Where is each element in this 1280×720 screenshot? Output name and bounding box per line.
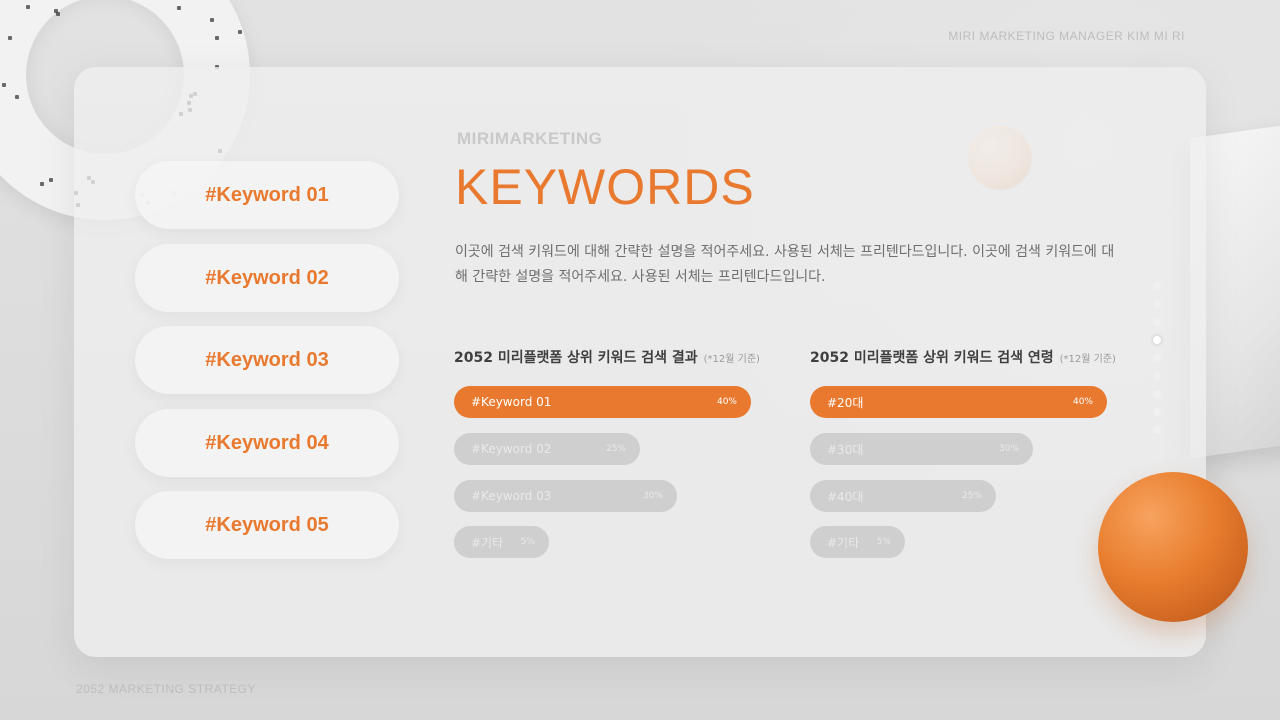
speckle [26,4,31,9]
speckle [177,5,182,10]
keyword-pill-04[interactable]: #Keyword 04 [135,409,399,477]
bar-value: 25% [961,491,982,501]
speckle [215,36,220,41]
bar-value: 40% [716,397,737,407]
speckle [210,17,215,22]
brand-label: MIRIMARKETING [457,129,603,148]
bar-value: 25% [605,444,626,454]
bar-age-3: #40대 25% [810,480,996,512]
pagination-dot[interactable] [1153,318,1161,326]
speckle [237,30,242,35]
bar-label: #20대 [827,395,864,410]
bar-keyword-2: #Keyword 02 25% [454,433,640,465]
bar-age-2: #30대 30% [810,433,1033,465]
keyword-pill-01[interactable]: #Keyword 01 [135,161,399,229]
pagination-dot[interactable] [1153,426,1161,434]
bar-value: 40% [1072,397,1093,407]
chart-title-results: 2052 미리플랫폼 상위 키워드 검색 결과 (*12월 기준) [454,347,760,367]
header-credit: MIRI MARKETING MANAGER KIM MI RI [948,29,1185,43]
bar-age-1: #20대 40% [810,386,1107,418]
pagination-dot[interactable] [1153,408,1161,416]
footer-label: 2052 MARKETING STRATEGY [76,682,256,696]
description: 이곳에 검색 키워드에 대해 간략한 설명을 적어주세요. 사용된 서체는 프리… [455,244,1115,285]
pagination-dot[interactable] [1153,354,1161,362]
speckle [7,35,12,40]
chart-note: (*12월 기준) [703,354,760,365]
bar-age-4: #기타 5% [810,526,905,558]
bar-label: #기타 [471,535,504,550]
speckle [40,182,45,187]
chart-title-text: 2052 미리플랫폼 상위 키워드 검색 결과 [454,350,698,366]
bar-keyword-4: #기타 5% [454,526,549,558]
speckle [15,94,20,99]
bar-keyword-3: #Keyword 03 30% [454,480,677,512]
chart-note: (*12월 기준) [1059,354,1116,365]
chart-title-age: 2052 미리플랫폼 상위 키워드 검색 연령 (*12월 기준) [810,347,1116,367]
bar-value: 5% [876,537,891,547]
pagination-dot[interactable] [1153,336,1161,344]
keyword-pill-03[interactable]: #Keyword 03 [135,326,399,394]
bar-label: #30대 [827,442,864,457]
chart-title-text: 2052 미리플랫폼 상위 키워드 검색 연령 [810,350,1054,366]
bar-label: #기타 [827,535,860,550]
orange-sphere-decoration [1098,472,1248,622]
speckle [53,8,58,13]
page-title: KEYWORDS [455,159,755,215]
keyword-pill-02[interactable]: #Keyword 02 [135,244,399,312]
pagination-dot[interactable] [1153,300,1161,308]
bar-label: #Keyword 03 [471,489,552,503]
bar-label: #Keyword 01 [471,395,552,409]
keyword-pill-05[interactable]: #Keyword 05 [135,491,399,559]
bar-label: #40대 [827,489,864,504]
pagination-dot[interactable] [1153,282,1161,290]
bar-label: #Keyword 02 [471,442,552,456]
speckle [2,82,7,87]
bar-value: 30% [998,444,1019,454]
bar-value: 5% [520,537,535,547]
speckle [49,177,54,182]
bar-value: 30% [642,491,663,501]
pagination-dot[interactable] [1153,390,1161,398]
pagination-dot[interactable] [1153,372,1161,380]
bar-keyword-1: #Keyword 01 40% [454,386,751,418]
